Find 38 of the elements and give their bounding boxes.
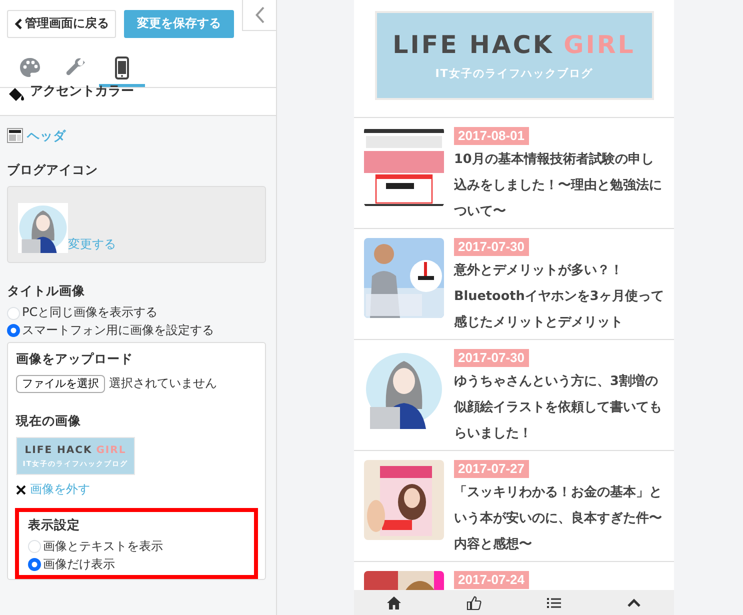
logo-text: LIFE HACK — [392, 29, 554, 62]
section-title: 表示設定 — [28, 516, 81, 534]
section-title: 画像をアップロード — [16, 350, 134, 367]
section-title: アクセントカラー — [30, 84, 134, 100]
post-date: 2017-07-27 — [454, 460, 528, 478]
palette-icon — [18, 56, 42, 80]
post-date: 2017-07-24 — [454, 571, 528, 589]
post-title[interactable]: 意外とデメリットが多い？！Bluetoothイヤホンを3ヶ月使って感じたメリットとデメリット — [454, 258, 664, 336]
back-button[interactable]: 管理画面に戻る — [7, 10, 116, 38]
chevron-left-icon — [14, 18, 23, 30]
radio-button[interactable] — [7, 324, 20, 338]
logo-accent-text: GIRL — [96, 444, 126, 458]
file-status: 選択されていません — [109, 376, 217, 392]
radio-button[interactable] — [28, 558, 41, 572]
logo-subtitle: IT女子のライフハックブログ — [435, 67, 593, 82]
section-title: ブログアイコン — [7, 162, 99, 178]
radio-label[interactable]: 画像とテキストを表示 — [43, 539, 163, 555]
post-date: 2017-07-30 — [454, 238, 528, 256]
layout-icon — [7, 128, 23, 144]
collapse-button[interactable] — [242, 0, 276, 31]
post-date: 2017-07-30 — [454, 349, 528, 367]
post-date: 2017-08-01 — [454, 127, 528, 145]
logo-accent-text: GIRL — [564, 29, 636, 62]
thumbs-up-icon[interactable] — [466, 594, 482, 610]
home-icon[interactable] — [386, 594, 402, 610]
close-icon[interactable] — [16, 485, 26, 496]
post-title[interactable]: ゆうちゃさんという方に、3割増の似顔絵イラストを依頼して書いてもらいました！ — [454, 369, 664, 447]
radio-label[interactable]: スマートフォン用に画像を設定する — [22, 322, 214, 339]
post-title[interactable]: 10月の基本情報技術者試験の申し込みをしました！〜理由と勉強法について〜 — [454, 147, 664, 225]
paint-bucket-icon — [8, 86, 26, 101]
post-title[interactable]: 「スッキリわかる！お金の基本」という本が安いのに、良本すぎた件〜内容と感想〜 — [454, 480, 664, 558]
radio-label[interactable]: 画像だけ表示 — [43, 556, 115, 572]
chevron-left-icon — [254, 6, 264, 24]
file-button[interactable]: ファイルを選択 — [16, 374, 105, 394]
section-title: 現在の画像 — [16, 413, 82, 430]
logo-text: LIFE HACK — [24, 444, 92, 458]
radio-label[interactable]: PCと同じ画像を表示する — [22, 305, 158, 321]
section-title: タイトル画像 — [7, 283, 86, 300]
